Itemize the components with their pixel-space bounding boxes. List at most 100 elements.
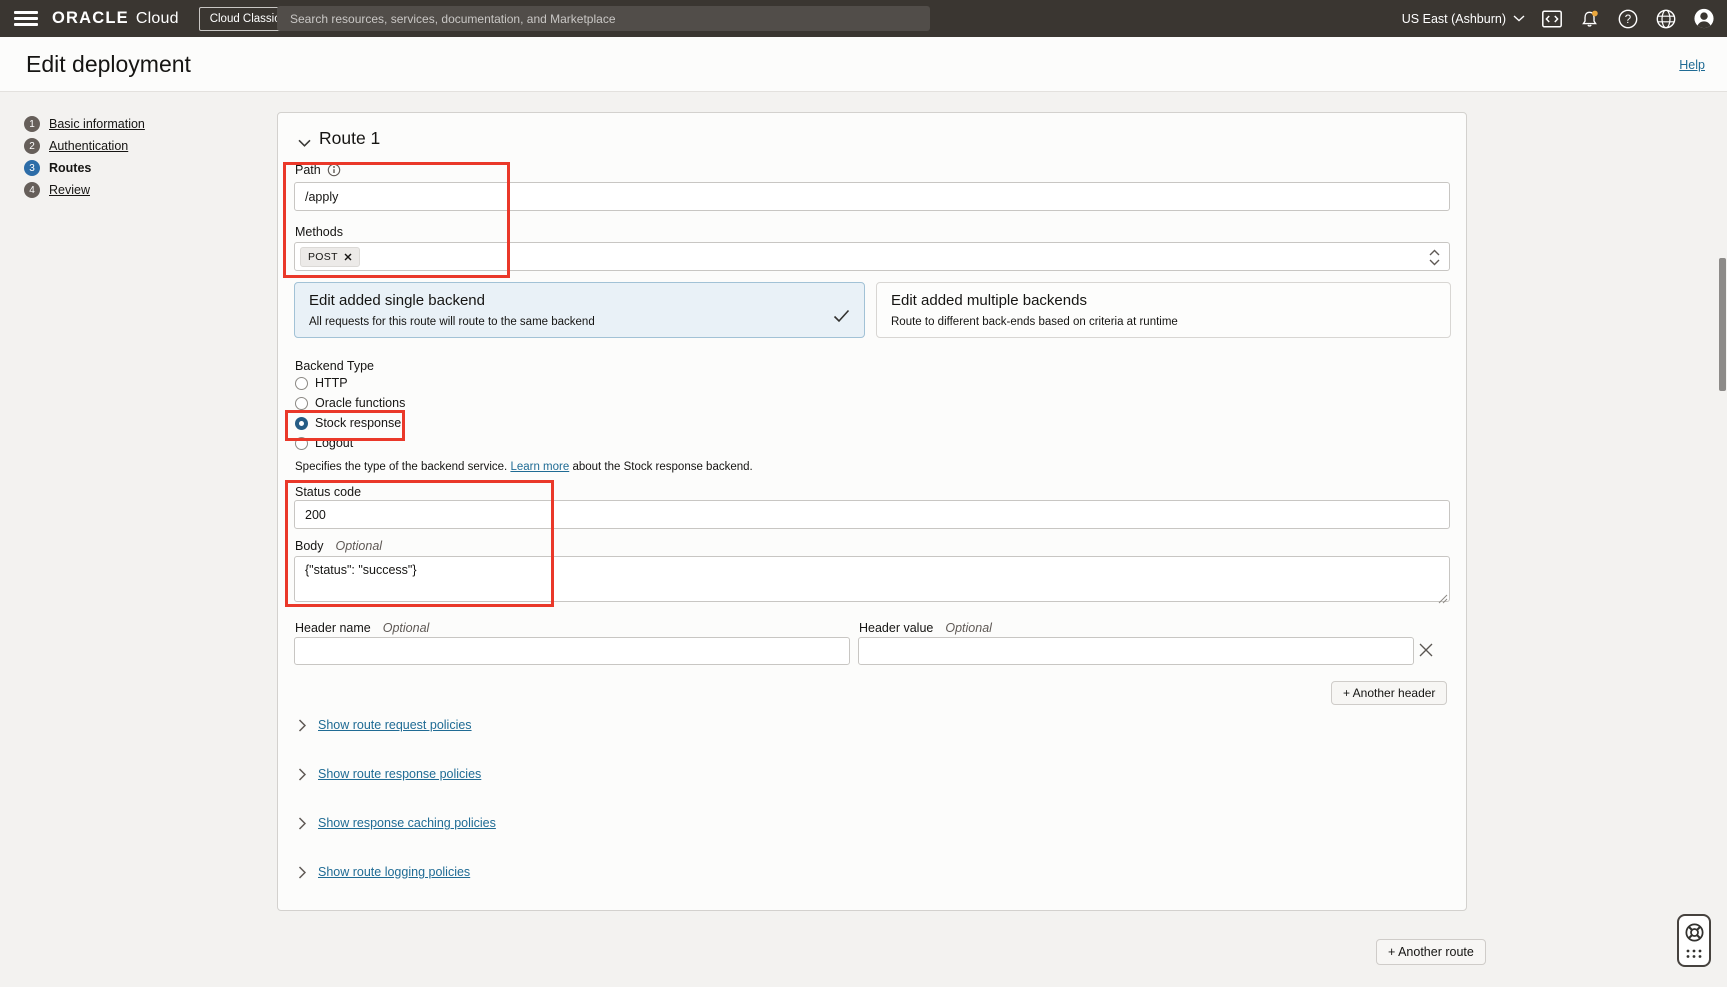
remove-header-row-icon[interactable]	[1418, 642, 1434, 663]
method-tag-post: POST	[300, 247, 360, 267]
info-icon[interactable]	[327, 163, 341, 177]
step-number-badge: 2	[24, 138, 40, 154]
radio-icon[interactable]	[295, 377, 308, 390]
notification-badge	[1592, 10, 1598, 16]
route-response-policies-row: Show route response policies	[298, 766, 481, 782]
help-link[interactable]: Help	[1679, 58, 1705, 72]
radio-label: Stock response	[315, 416, 401, 430]
step-label[interactable]: Review	[49, 183, 90, 197]
vertical-scrollbar-thumb[interactable]	[1719, 258, 1726, 391]
chevron-right-icon[interactable]	[298, 719, 306, 732]
step-number-badge: 4	[24, 182, 40, 198]
route-logging-policies-row: Show route logging policies	[298, 864, 470, 880]
header-name-label: Header name	[295, 621, 371, 635]
route-panel: Route 1 Path Methods POST Edit added sin…	[277, 112, 1467, 911]
single-backend-card[interactable]: Edit added single backend All requests f…	[294, 282, 865, 338]
hamburger-menu-icon[interactable]	[14, 11, 38, 26]
help-question-icon[interactable]: ?	[1617, 8, 1639, 30]
region-selector[interactable]: US East (Ashburn)	[1402, 12, 1525, 26]
radio-icon[interactable]	[295, 397, 308, 410]
helper-text-before: Specifies the type of the backend servic…	[295, 461, 510, 473]
route-request-policies-row: Show route request policies	[298, 717, 472, 733]
radio-http[interactable]: HTTP	[295, 374, 348, 392]
path-label-row: Path	[295, 163, 341, 177]
radio-icon[interactable]	[295, 437, 308, 450]
methods-label: Methods	[295, 225, 343, 239]
step-label: Routes	[49, 161, 91, 175]
step-number-badge: 1	[24, 116, 40, 132]
body-optional-label: Optional	[336, 539, 383, 553]
wizard-step-authentication[interactable]: 2 Authentication	[24, 135, 145, 157]
cloud-classic-label: Cloud Classic	[210, 13, 280, 25]
topbar-right-cluster: US East (Ashburn) ?	[1402, 0, 1715, 37]
region-label: US East (Ashburn)	[1402, 12, 1506, 26]
page-header: Edit deployment Help	[0, 37, 1727, 92]
radio-stock-response-selected[interactable]: Stock response	[295, 414, 401, 432]
multiple-backends-card[interactable]: Edit added multiple backends Route to di…	[876, 282, 1451, 338]
remove-method-icon[interactable]	[344, 253, 352, 261]
radio-logout[interactable]: Logout	[295, 434, 353, 452]
status-code-input[interactable]	[294, 500, 1450, 529]
show-route-response-policies-link[interactable]: Show route response policies	[318, 767, 481, 781]
card-title: Edit added multiple backends	[891, 292, 1087, 309]
chevron-down-icon	[1513, 15, 1525, 22]
radio-label: HTTP	[315, 376, 348, 390]
header-value-optional-label: Optional	[945, 621, 992, 635]
textarea-resize-handle[interactable]	[1438, 591, 1448, 609]
helper-text-after: about the Stock response backend.	[569, 461, 752, 473]
body-textarea[interactable]: {"status": "success"}	[294, 556, 1450, 602]
oracle-cloud-logo[interactable]: ORACLE Cloud	[52, 9, 179, 28]
search-placeholder: Search resources, services, documentatio…	[290, 12, 616, 26]
show-route-logging-policies-link[interactable]: Show route logging policies	[318, 865, 470, 879]
select-expand-icon[interactable]	[1429, 249, 1440, 271]
status-code-label: Status code	[295, 485, 361, 499]
language-globe-icon[interactable]	[1655, 8, 1677, 30]
radio-oracle-functions[interactable]: Oracle functions	[295, 394, 405, 412]
route-section-title[interactable]: Route 1	[319, 128, 380, 149]
learn-more-link[interactable]: Learn more	[510, 461, 569, 473]
backend-type-label: Backend Type	[295, 359, 374, 373]
another-route-button[interactable]: + Another route	[1376, 939, 1486, 965]
notifications-bell-icon[interactable]	[1579, 8, 1601, 30]
card-title: Edit added single backend	[309, 292, 485, 309]
show-response-caching-policies-link[interactable]: Show response caching policies	[318, 816, 496, 830]
page-title: Edit deployment	[26, 51, 191, 78]
show-route-request-policies-link[interactable]: Show route request policies	[318, 718, 472, 732]
another-header-button[interactable]: + Another header	[1331, 681, 1447, 705]
route-collapse-chevron-icon[interactable]	[298, 134, 311, 152]
header-name-optional-label: Optional	[383, 621, 430, 635]
methods-multiselect[interactable]: POST	[294, 242, 1450, 271]
header-value-label-row: Header value Optional	[859, 621, 992, 635]
card-subtitle: Route to different back-ends based on cr…	[891, 316, 1178, 328]
step-number-badge: 3	[24, 160, 40, 176]
svg-text:?: ?	[1625, 14, 1631, 26]
cloud-shell-icon[interactable]	[1541, 8, 1563, 30]
method-tag-label: POST	[308, 251, 338, 263]
wizard-step-review[interactable]: 4 Review	[24, 179, 145, 201]
backend-helper-text: Specifies the type of the backend servic…	[295, 461, 753, 473]
wizard-steps: 1 Basic information 2 Authentication 3 R…	[24, 113, 145, 201]
brand-oracle: ORACLE	[52, 9, 129, 28]
brand-cloud: Cloud	[136, 10, 179, 28]
radio-label: Oracle functions	[315, 396, 405, 410]
chevron-right-icon[interactable]	[298, 866, 306, 879]
path-input[interactable]	[294, 182, 1450, 211]
user-avatar-icon[interactable]	[1693, 8, 1715, 30]
global-search-input[interactable]: Search resources, services, documentatio…	[277, 6, 930, 31]
body-label-row: Body Optional	[295, 539, 382, 553]
wizard-step-routes-active[interactable]: 3 Routes	[24, 157, 145, 179]
wizard-step-basic-information[interactable]: 1 Basic information	[24, 113, 145, 135]
header-name-input[interactable]	[294, 637, 850, 665]
header-value-input[interactable]	[858, 637, 1414, 665]
support-widget[interactable]	[1677, 914, 1711, 967]
lifebuoy-icon	[1684, 922, 1705, 943]
dots-grid-icon	[1684, 948, 1704, 959]
step-label[interactable]: Basic information	[49, 117, 145, 131]
card-subtitle: All requests for this route will route t…	[309, 316, 595, 328]
radio-icon-selected[interactable]	[295, 417, 308, 430]
chevron-right-icon[interactable]	[298, 768, 306, 781]
chevron-right-icon[interactable]	[298, 817, 306, 830]
path-label: Path	[295, 163, 321, 177]
header-value-label: Header value	[859, 621, 933, 635]
step-label[interactable]: Authentication	[49, 139, 128, 153]
